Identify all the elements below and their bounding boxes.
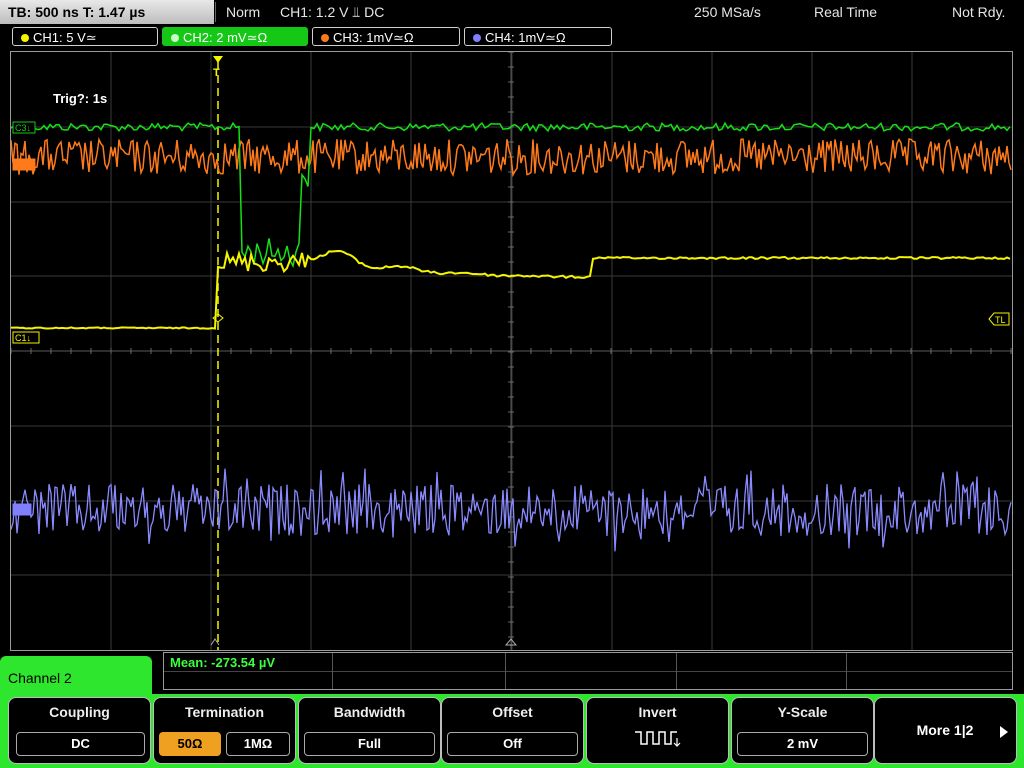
ch4-dot-icon — [473, 34, 481, 42]
divider — [332, 653, 333, 689]
channel-tab-ch3[interactable]: CH3: 1mV≃Ω — [312, 27, 460, 46]
termination-1mohm-button[interactable]: 1MΩ — [226, 732, 290, 756]
channel-bar: CH1: 5 V≃ CH2: 2 mV≃Ω CH3: 1mV≃Ω CH4: 1m… — [0, 26, 1024, 48]
divider — [846, 653, 847, 689]
bandwidth-value[interactable]: Full — [304, 732, 435, 756]
trigger-level-text: TL — [995, 315, 1006, 325]
timebase-readout[interactable]: TB: 500 ns T: 1.47 µs — [0, 0, 214, 24]
acquisition-status: Not Rdy. — [952, 4, 1006, 20]
invert-title: Invert — [638, 704, 677, 720]
invert-softkey[interactable]: Invert — [586, 697, 729, 764]
measurement-panel[interactable]: Mean: -273.54 µV — [163, 652, 1013, 690]
offset-softkey[interactable]: Offset Off — [441, 697, 584, 764]
ch1-marker-text: C1↓ — [15, 333, 31, 343]
trigger-level-marker[interactable]: TL — [988, 312, 1010, 326]
waveform-display[interactable]: T Trig?: 1s C3↓ C1↓ TL — [10, 51, 1013, 651]
trigger-source[interactable]: CH1: 1.2 V ⫫ DC — [280, 0, 384, 24]
coupling-softkey[interactable]: Coupling DC — [8, 697, 151, 764]
coupling-value[interactable]: DC — [16, 732, 145, 756]
ch3-marker-text: C3↓ — [15, 123, 31, 133]
channel-tab-ch2[interactable]: CH2: 2 mV≃Ω — [162, 27, 308, 46]
bandwidth-softkey[interactable]: Bandwidth Full — [298, 697, 441, 764]
invert-waveform-icon — [635, 731, 681, 747]
status-bar: TB: 500 ns T: 1.47 µs Norm CH1: 1.2 V ⫫ … — [0, 0, 1024, 26]
waveform-canvas: T Trig?: 1s C3↓ C1↓ TL — [11, 52, 1012, 650]
channel-tab-ch4[interactable]: CH4: 1mV≃Ω — [464, 27, 612, 46]
yscale-title: Y-Scale — [777, 704, 828, 720]
divider — [505, 653, 506, 689]
termination-title: Termination — [184, 704, 265, 720]
more-softkey[interactable]: More 1|2 — [874, 697, 1017, 764]
trigger-mode[interactable]: Norm — [226, 0, 260, 24]
yscale-softkey[interactable]: Y-Scale 2 mV — [731, 697, 874, 764]
chevron-right-icon — [1000, 726, 1008, 738]
trigger-time-marker: T — [213, 67, 220, 79]
divider — [164, 671, 1012, 672]
channel-tab-label: CH2: 2 mV≃Ω — [183, 30, 268, 45]
offset-value[interactable]: Off — [447, 732, 578, 756]
termination-50ohm-button[interactable]: 50Ω — [159, 732, 221, 756]
ch1-dot-icon — [21, 34, 29, 42]
acquisition-mode[interactable]: Real Time — [814, 0, 877, 24]
channel-tab-label: CH3: 1mV≃Ω — [333, 30, 414, 45]
ch4-ground-marker[interactable] — [12, 503, 32, 516]
termination-softkey[interactable]: Termination 50Ω 1MΩ — [153, 697, 296, 764]
sample-rate: 250 MSa/s — [694, 4, 761, 20]
channel-tab-label: CH1: 5 V≃ — [33, 30, 97, 45]
ch3-ground-marker[interactable]: C3↓ — [12, 121, 36, 134]
offset-title: Offset — [492, 704, 533, 720]
ch3-orange-marker[interactable] — [12, 158, 36, 171]
channel-tab-label: CH4: 1mV≃Ω — [485, 30, 566, 45]
divider — [215, 2, 216, 22]
bandwidth-title: Bandwidth — [333, 704, 406, 720]
coupling-title: Coupling — [49, 704, 110, 720]
mean-measurement: Mean: -273.54 µV — [170, 655, 276, 670]
ch2-dot-icon — [171, 34, 179, 42]
ch3-dot-icon — [321, 34, 329, 42]
menu-title[interactable]: Channel 2 — [0, 656, 152, 696]
ch1-ground-marker[interactable]: C1↓ — [12, 331, 40, 344]
more-label: More 1|2 — [916, 722, 974, 738]
divider — [676, 653, 677, 689]
trigger-marker-icon[interactable] — [213, 56, 223, 63]
trigger-info-text: Trig?: 1s — [53, 91, 107, 106]
yscale-value[interactable]: 2 mV — [737, 732, 868, 756]
channel-tab-ch1[interactable]: CH1: 5 V≃ — [12, 27, 158, 46]
